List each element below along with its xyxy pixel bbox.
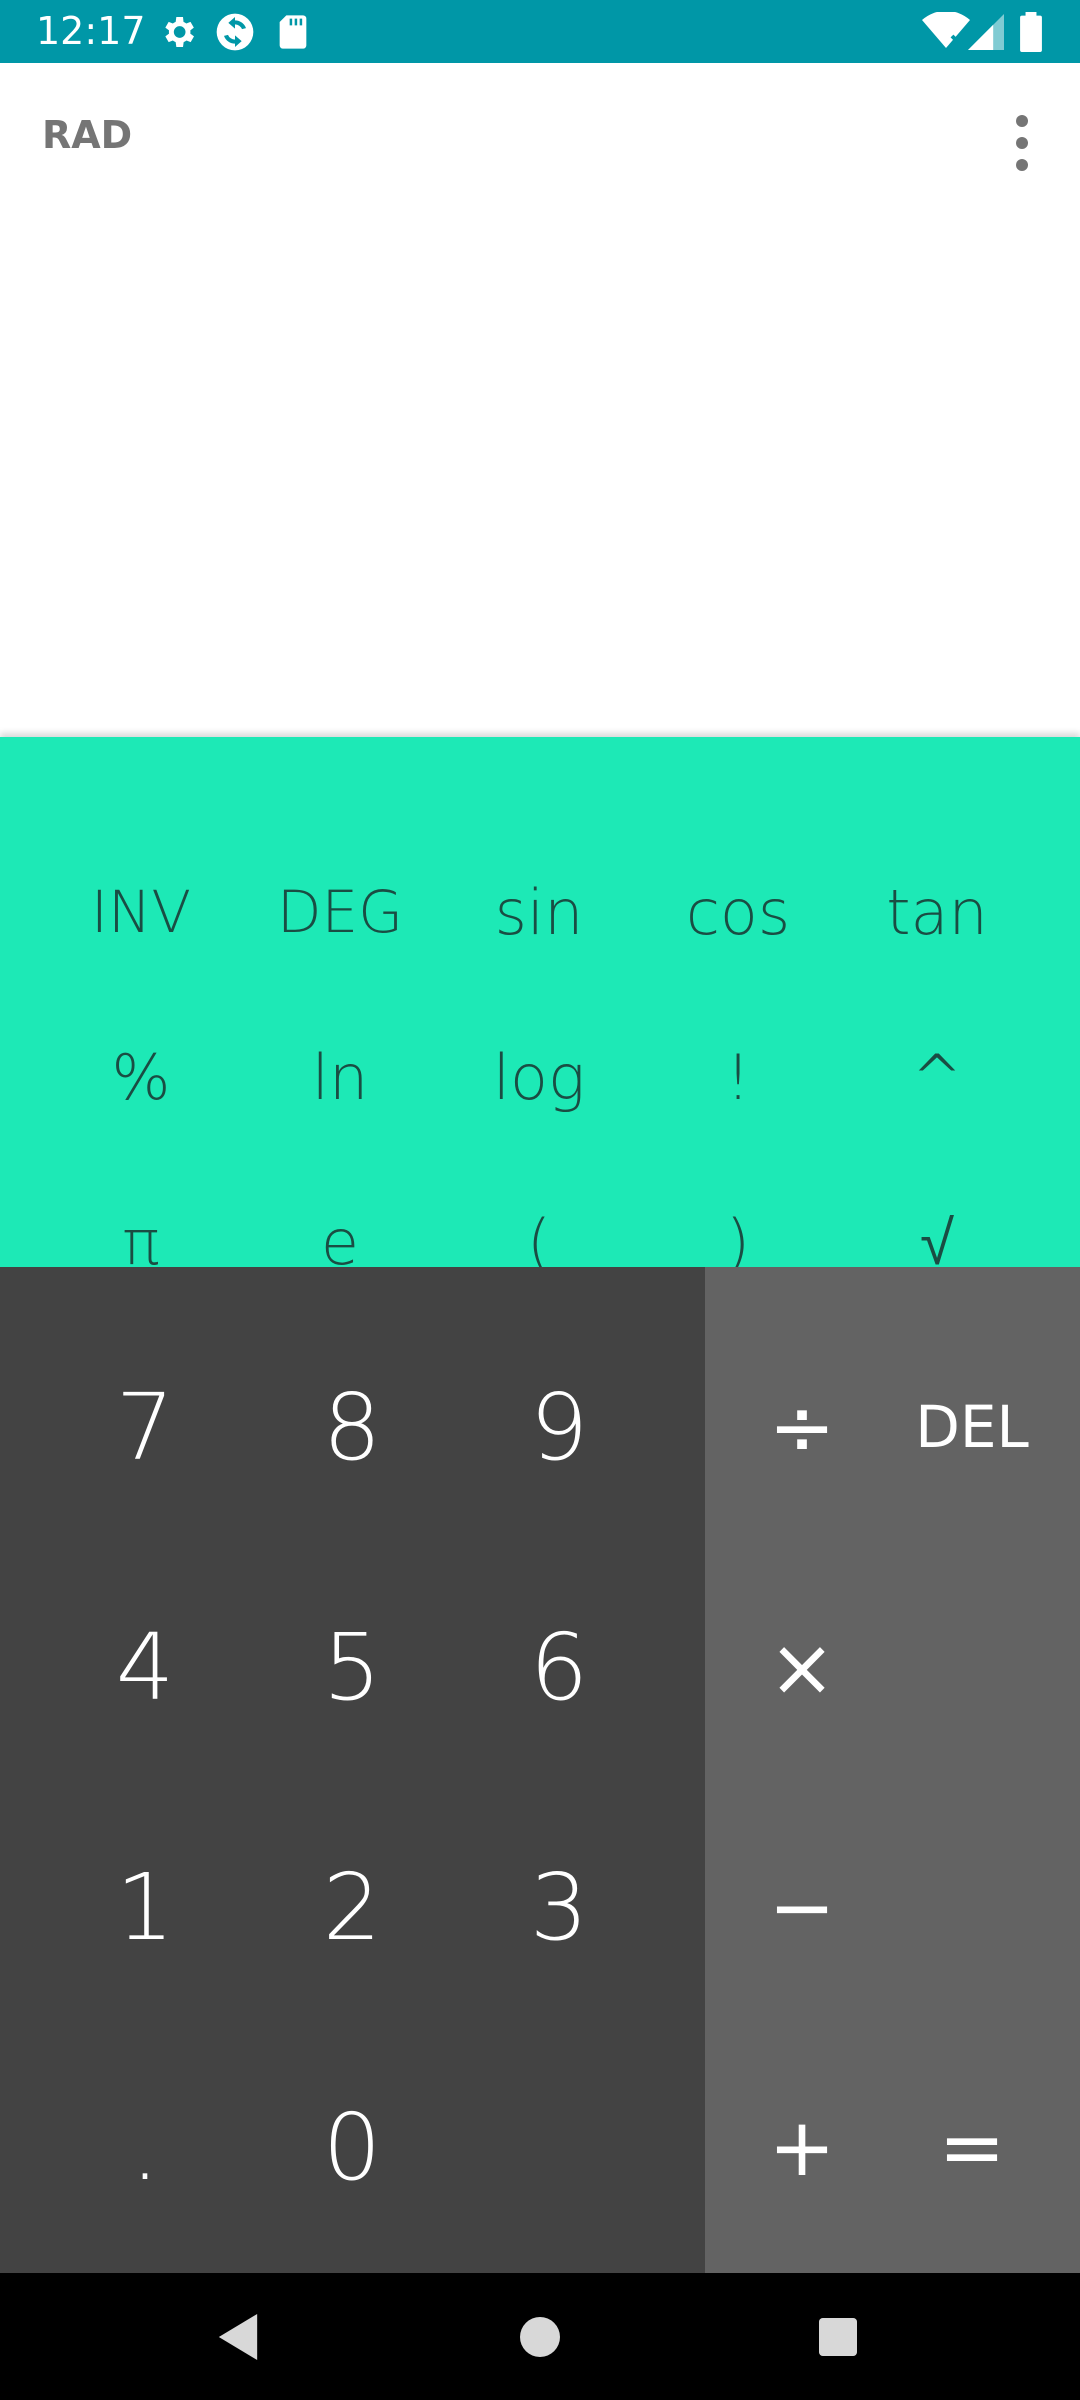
recents-button[interactable]	[778, 2273, 898, 2400]
divide-key[interactable]: ÷	[712, 1317, 892, 1537]
log-key[interactable]: log	[439, 1002, 639, 1152]
angle-mode-indicator: RAD	[42, 113, 133, 157]
digit-3-key[interactable]: 3	[459, 1797, 659, 2017]
equals-key[interactable]: =	[882, 2037, 1062, 2257]
minus-key[interactable]: −	[712, 1797, 892, 2017]
navigation-bar	[0, 2273, 1080, 2400]
signal-icon	[968, 14, 1004, 50]
battery-icon	[1020, 12, 1042, 52]
sd-card-icon	[279, 15, 307, 49]
digit-1-key[interactable]: 1	[45, 1797, 245, 2017]
status-time: 12:17	[36, 9, 146, 53]
operator-pad: ÷ DEL × − + =	[705, 1267, 1080, 2273]
recents-icon	[819, 2317, 857, 2356]
digit-4-key[interactable]: 4	[45, 1557, 245, 1777]
sync-icon	[216, 13, 254, 51]
power-key[interactable]: ^	[837, 1002, 1037, 1152]
delete-key[interactable]: DEL	[882, 1317, 1062, 1537]
wifi-icon	[922, 12, 970, 50]
sin-key[interactable]: sin	[439, 837, 639, 987]
gear-icon	[165, 17, 194, 47]
back-icon	[218, 2313, 258, 2360]
digit-0-key[interactable]: 0	[252, 2037, 452, 2257]
status-bar: 12:17	[0, 0, 1080, 63]
digit-7-key[interactable]: 7	[45, 1317, 245, 1537]
multiply-key[interactable]: ×	[712, 1557, 892, 1777]
cos-key[interactable]: cos	[638, 837, 838, 987]
home-icon	[520, 2316, 560, 2357]
factorial-key[interactable]: !	[638, 1002, 838, 1152]
back-button[interactable]	[178, 2273, 298, 2400]
numeric-pad: 7 8 9 4 5 6 1 2 3 . 0	[0, 1267, 705, 2273]
percent-key[interactable]: %	[41, 1002, 241, 1152]
digit-6-key[interactable]: 6	[459, 1557, 659, 1777]
calculator-display: RAD	[0, 63, 1080, 737]
inv-key[interactable]: INV	[41, 837, 241, 987]
tan-key[interactable]: tan	[837, 837, 1037, 987]
plus-key[interactable]: +	[712, 2037, 892, 2257]
advanced-pad: INV DEG sin cos tan % ln log ! ^ π e ( )…	[0, 737, 1080, 1279]
more-vert-icon[interactable]	[1000, 111, 1044, 175]
home-button[interactable]	[480, 2273, 600, 2400]
digit-2-key[interactable]: 2	[252, 1797, 452, 2017]
digit-5-key[interactable]: 5	[252, 1557, 452, 1777]
deg-key[interactable]: DEG	[240, 837, 440, 987]
decimal-point-key[interactable]: .	[45, 2037, 245, 2257]
ln-key[interactable]: ln	[240, 1002, 440, 1152]
digit-8-key[interactable]: 8	[252, 1317, 452, 1537]
digit-9-key[interactable]: 9	[459, 1317, 659, 1537]
